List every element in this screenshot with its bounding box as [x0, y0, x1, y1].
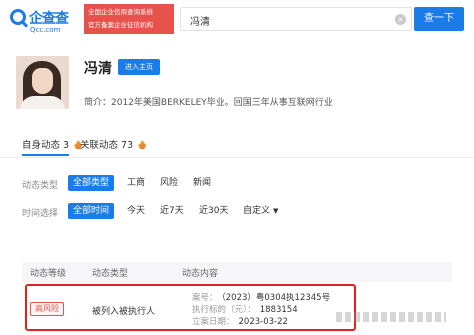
search-button[interactable]: 查一下 [414, 7, 464, 31]
type-filter-label: 动态类型 [22, 181, 59, 191]
tagline-line-1: 全国企业信用查询系统 [88, 8, 153, 16]
logo-domain: Qcc.com [30, 26, 61, 34]
filter-risk[interactable]: 风险 [160, 175, 178, 191]
filter-all-time[interactable]: 全部时间 [68, 203, 115, 219]
watermark [336, 306, 456, 328]
top-bar: 企查查 Qcc.com 全国企业信用查询系统 官方备案企业征信机构 冯清 × 查… [0, 0, 474, 44]
custom-label: 自定义 [243, 206, 271, 216]
filter-all-types[interactable]: 全部类型 [68, 175, 115, 191]
tab-label: 关联动态 [80, 140, 119, 151]
logo-magnifier-icon [10, 9, 26, 25]
dynamics-tabs: 自身动态 3 关联动态 73 [0, 134, 474, 158]
active-tab-underline [22, 154, 69, 156]
column-header-level: 动态等级 [30, 269, 67, 279]
person-bio: 简介：2012年美国BERKELEY毕业。回国三年从事互联网行业 [84, 98, 333, 108]
filter-last-30-days[interactable]: 近30天 [199, 203, 228, 219]
filter-custom-dropdown[interactable]: 自定义 ▼ [243, 203, 278, 219]
filter-last-7-days[interactable]: 近7天 [160, 203, 184, 219]
tab-self-dynamics[interactable]: 自身动态 3 [22, 137, 83, 151]
tagline-line-2: 官方备案企业征信机构 [88, 21, 153, 29]
caret-down-icon: ▼ [273, 207, 279, 215]
filter-news[interactable]: 新闻 [193, 175, 211, 191]
tab-label: 自身动态 [22, 140, 61, 151]
tagline-badge: 全国企业信用查询系统 官方备案企业征信机构 [84, 4, 174, 34]
person-name: 冯清 [84, 61, 112, 77]
qcc-logo[interactable]: 企查查 Qcc.com [10, 5, 69, 37]
flame-icon [138, 140, 147, 149]
table-header: 动态等级 动态类型 动态内容 [22, 262, 452, 282]
tab-count: 3 [63, 140, 70, 151]
avatar [16, 56, 69, 109]
tab-related-dynamics[interactable]: 关联动态 73 [80, 137, 147, 151]
tab-count: 73 [121, 140, 134, 151]
logo-text: 企查查 [29, 11, 69, 27]
highlight-box [25, 284, 356, 331]
column-header-type: 动态类型 [92, 269, 129, 279]
search-input[interactable]: 冯清 × [180, 7, 412, 31]
enter-homepage-button[interactable]: 进入主页 [118, 59, 160, 75]
filter-business[interactable]: 工商 [127, 175, 145, 191]
clear-icon[interactable]: × [395, 14, 406, 25]
search-input-value: 冯清 [190, 17, 210, 28]
time-filter-label: 时间选择 [22, 209, 59, 219]
filter-today[interactable]: 今天 [127, 203, 145, 219]
column-header-content: 动态内容 [182, 269, 219, 279]
